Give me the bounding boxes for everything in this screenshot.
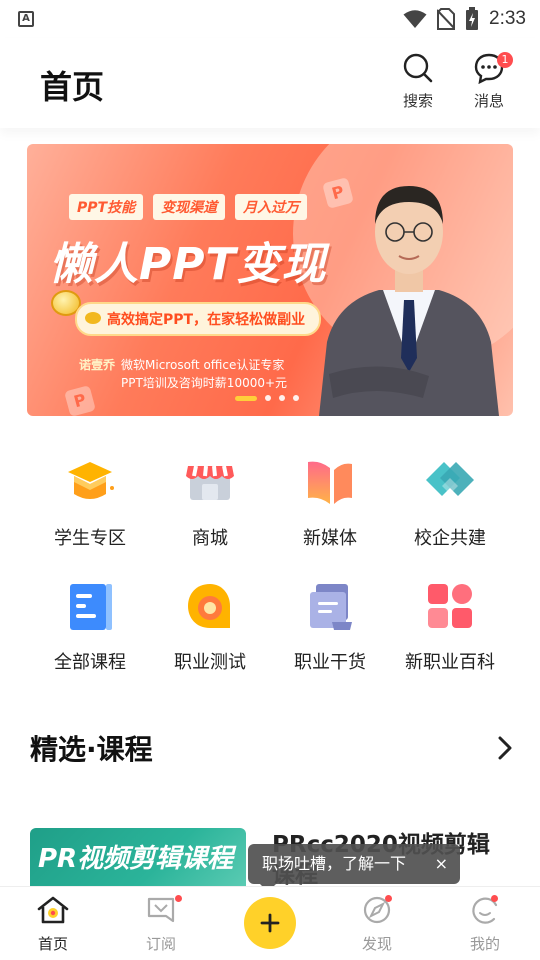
promo-banner[interactable]: P P PPT技能 变现渠道 月入过万 懒人PPT变现 高效搞定PPT，在家轻松…	[27, 144, 513, 416]
book-icon	[308, 461, 352, 504]
toast-text: 职场吐槽，了解一下	[262, 854, 407, 873]
tab-subscribe[interactable]: 订阅	[121, 895, 201, 954]
menu-all-courses[interactable]: 全部课程	[30, 574, 150, 674]
tab-discover[interactable]: 发现	[337, 895, 417, 954]
banner-tag: 月入过万	[235, 194, 308, 220]
tab-label: 首页	[37, 935, 68, 953]
messages-badge: 1	[497, 52, 513, 68]
menu-career-tips[interactable]: 职业干货	[270, 574, 390, 674]
no-sim-icon	[437, 8, 456, 30]
banner-author: 诺壹乔 微软Microsoft office认证专家 PPT培训及咨询时薪1000…	[79, 356, 287, 392]
tab-home[interactable]: 首页	[13, 895, 93, 954]
battery-charging-icon	[466, 7, 479, 30]
notification-dot	[491, 895, 498, 902]
menu-label: 全部课程	[54, 652, 126, 673]
tab-label: 订阅	[145, 935, 176, 953]
search-icon	[403, 53, 433, 83]
menu-career-wiki[interactable]: 新职业百科	[390, 574, 510, 674]
feature-grid: 学生专区 商城 新媒体 校企共建 全部课程 职业测试 职业干货 新职业百科	[0, 450, 540, 674]
notification-dot	[175, 895, 182, 902]
tab-me[interactable]: 我的	[445, 895, 525, 954]
menu-label: 新媒体	[303, 528, 357, 549]
menu-student-zone[interactable]: 学生专区	[30, 450, 150, 550]
author-name: 诺壹乔	[79, 358, 116, 372]
menu-new-media[interactable]: 新媒体	[270, 450, 390, 550]
document-stack-icon	[310, 584, 352, 630]
page-title: 首页	[40, 68, 105, 106]
menu-label: 商城	[192, 528, 228, 549]
carousel-dot[interactable]	[293, 395, 299, 401]
banner-tags: PPT技能 变现渠道 月入过万	[69, 194, 308, 220]
home-icon	[37, 896, 69, 924]
status-time: 2:33	[489, 8, 526, 29]
messages-button[interactable]: 1 消息	[459, 52, 519, 116]
menu-label: 学生专区	[54, 528, 126, 549]
accessibility-icon: A	[18, 11, 34, 27]
app-header: 首页 搜索 1 消息	[0, 38, 540, 128]
plus-icon	[260, 913, 280, 933]
notification-dot	[385, 895, 392, 902]
banner-tag: 变现渠道	[153, 194, 226, 220]
grid-apps-icon	[428, 584, 472, 628]
menu-label: 职业测试	[174, 652, 246, 673]
search-label: 搜索	[402, 92, 433, 110]
banner-pill: 高效搞定PPT，在家轻松做副业	[75, 302, 322, 336]
author-line1: 微软Microsoft office认证专家	[121, 358, 285, 372]
banner-title: 懒人PPT变现	[49, 239, 327, 290]
graduation-cap-icon	[68, 462, 114, 499]
close-icon[interactable]: ×	[435, 844, 448, 884]
chevron-right-icon[interactable]	[494, 734, 518, 762]
tab-label: 发现	[361, 935, 392, 953]
menu-career-test[interactable]: 职业测试	[150, 574, 270, 674]
search-button[interactable]: 搜索	[388, 52, 448, 116]
course-thumbnail[interactable]: PR视频剪辑课程	[30, 828, 246, 888]
carousel-dot-active[interactable]	[235, 395, 257, 401]
menu-label: 新职业百科	[405, 652, 495, 673]
test-bubble-icon	[188, 584, 230, 628]
banner-pill-text: 高效搞定PPT，在家轻松做副业	[107, 312, 306, 328]
presenter-photo	[319, 186, 499, 416]
carousel-dot[interactable]	[265, 395, 271, 401]
tip-toast[interactable]: 职场吐槽，了解一下 ×	[248, 844, 460, 892]
messages-label: 消息	[473, 92, 504, 110]
menu-label: 校企共建	[414, 528, 486, 549]
course-thumb-text: PR视频剪辑课程	[38, 844, 234, 874]
carousel-dots	[235, 395, 299, 401]
course-list-icon	[70, 584, 112, 630]
menu-school-enterprise[interactable]: 校企共建	[390, 450, 510, 550]
coin-icon	[85, 312, 101, 324]
status-bar: A 2:33	[0, 0, 540, 38]
author-line2: PPT培训及咨询时薪10000+元	[121, 376, 288, 390]
wifi-icon	[403, 10, 427, 28]
carousel-dot[interactable]	[279, 395, 285, 401]
section-title: 精选·课程	[30, 733, 153, 766]
handshake-icon	[426, 462, 474, 496]
add-button[interactable]	[244, 897, 296, 949]
shop-icon	[186, 465, 234, 500]
banner-tag: PPT技能	[69, 194, 144, 220]
tab-label: 我的	[469, 935, 500, 953]
menu-label: 职业干货	[294, 652, 366, 673]
bookmark-flag-icon	[147, 897, 175, 923]
menu-shop[interactable]: 商城	[150, 450, 270, 550]
